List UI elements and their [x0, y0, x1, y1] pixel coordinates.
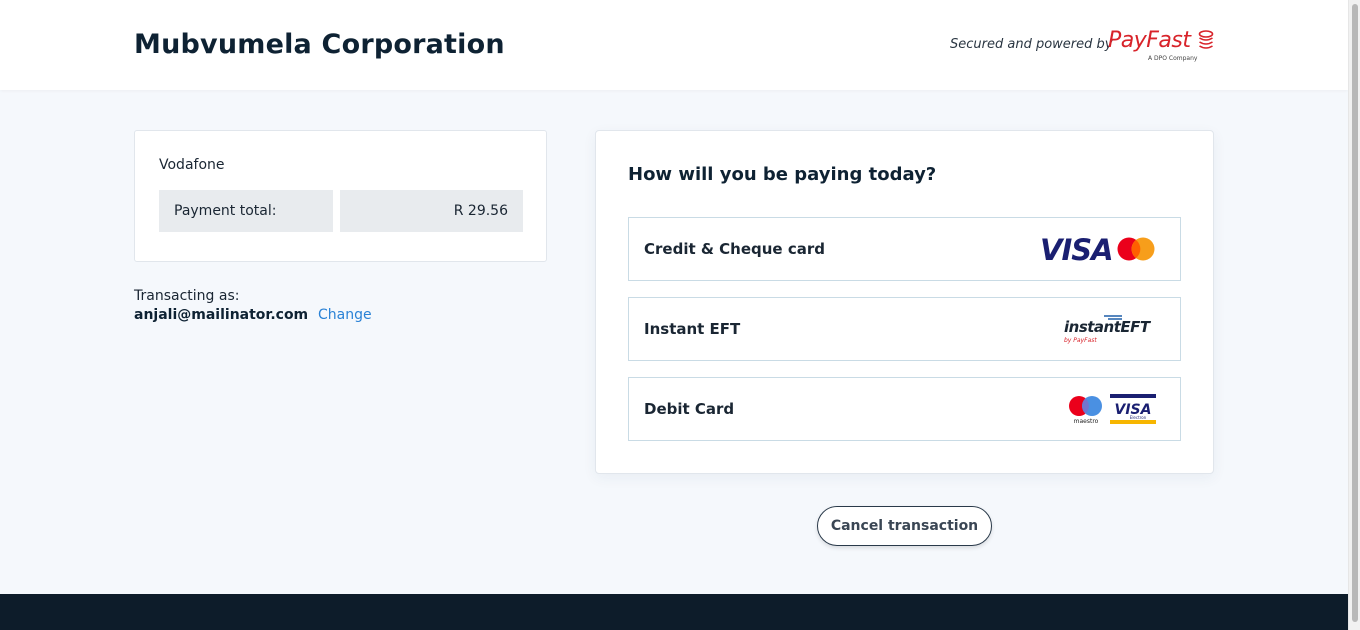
payment-total-label: Payment total: — [159, 190, 333, 232]
payment-methods-card: How will you be paying today? Credit & C… — [595, 130, 1214, 474]
card-logos: VISA — [1040, 218, 1156, 280]
payment-method-instant-eft[interactable]: Instant EFT instantEFT by PayFast — [628, 297, 1181, 361]
order-item-name: Vodafone — [159, 157, 225, 173]
payfast-tagline: A DPO Company — [1148, 55, 1198, 62]
cancel-transaction-button[interactable]: Cancel transaction — [817, 506, 992, 546]
scrollbar-thumb[interactable] — [1352, 4, 1358, 622]
payment-methods-title: How will you be paying today? — [628, 164, 937, 185]
payment-method-label: Instant EFT — [644, 320, 741, 338]
payment-method-debit-card[interactable]: Debit Card maestro VISA Electron — [628, 377, 1181, 441]
svg-text:maestro: maestro — [1074, 418, 1099, 424]
svg-text:Electron: Electron — [1130, 415, 1147, 420]
visa-electron-logo-icon: VISA Electron — [1110, 394, 1156, 424]
change-account-link[interactable]: Change — [318, 307, 372, 323]
debit-card-logos: maestro VISA Electron — [1068, 378, 1156, 440]
payment-total-label-text: Payment total: — [174, 203, 277, 219]
instant-eft-logo: instantEFT by PayFast — [1064, 298, 1156, 360]
transacting-as-label: Transacting as: — [134, 288, 240, 304]
maestro-logo-icon: maestro — [1069, 396, 1102, 424]
svg-text:VISA: VISA — [1040, 235, 1113, 263]
payment-method-label: Debit Card — [644, 400, 735, 418]
payfast-logo-text: PayFast — [1108, 28, 1191, 53]
secured-by-text: Secured and powered by — [950, 37, 1113, 52]
transacting-email: anjali@mailinator.com — [134, 307, 309, 323]
payfast-logo: PayFast A DPO Company — [1108, 28, 1218, 64]
mastercard-logo-icon — [1117, 237, 1155, 261]
payfast-coins-icon — [1198, 30, 1214, 49]
page-footer — [0, 594, 1348, 630]
vertical-scrollbar[interactable] — [1348, 0, 1360, 630]
svg-text:by PayFast: by PayFast — [1064, 337, 1097, 344]
instant-eft-logo-icon: instantEFT by PayFast — [1064, 315, 1152, 344]
merchant-name: Mubvumela Corporation — [134, 29, 505, 60]
payment-method-label: Credit & Cheque card — [644, 240, 825, 258]
page-header: Mubvumela Corporation Secured and powere… — [0, 0, 1348, 90]
payment-total-value: R 29.56 — [340, 190, 523, 232]
payment-total-amount: R 29.56 — [453, 203, 508, 219]
visa-logo-icon: VISA — [1040, 235, 1114, 263]
svg-text:instantEFT: instantEFT — [1064, 318, 1152, 336]
order-summary-card: Vodafone Payment total: R 29.56 — [134, 130, 547, 262]
payment-method-credit-card[interactable]: Credit & Cheque card VISA — [628, 217, 1181, 281]
